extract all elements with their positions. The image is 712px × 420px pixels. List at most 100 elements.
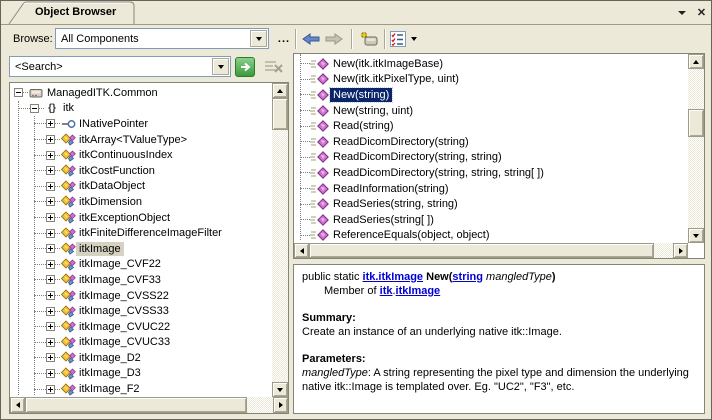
- scroll-right-button[interactable]: [273, 397, 288, 413]
- tree-expander[interactable]: [46, 244, 55, 253]
- member-item[interactable]: ReadDicomDirectory(string, string, strin…: [294, 165, 688, 181]
- member-connector: [300, 110, 310, 111]
- scroll-up-button[interactable]: [272, 83, 288, 98]
- tree-item[interactable]: itkDimension: [10, 194, 272, 210]
- member-item[interactable]: New(itk.itkImageBase): [294, 56, 688, 72]
- tree-expander[interactable]: [46, 119, 55, 128]
- tree-item[interactable]: itkImage_CVSS22: [10, 288, 272, 304]
- tree-vertical-scroll-thumb[interactable]: [272, 98, 288, 130]
- tree-item[interactable]: ManagedITK.Common: [10, 85, 272, 101]
- scroll-down-button[interactable]: [272, 382, 288, 397]
- browse-label: Browse:: [13, 33, 53, 45]
- tree-expander[interactable]: [46, 166, 55, 175]
- return-type-link[interactable]: itk.itkImage: [363, 271, 424, 283]
- namespace-link[interactable]: itk: [380, 285, 393, 297]
- member-item[interactable]: New(itk.itkPixelType, uint): [294, 72, 688, 88]
- scroll-up-button[interactable]: [688, 54, 704, 69]
- method-icon: [310, 89, 330, 101]
- back-button[interactable]: [300, 29, 322, 49]
- tree-item[interactable]: itkImage_F2: [10, 381, 272, 397]
- search-input-value: <Search>: [10, 61, 212, 73]
- chevron-down-icon: [218, 65, 224, 72]
- tree-item[interactable]: itkFiniteDifferenceImageFilter: [10, 225, 272, 241]
- search-combobox-dropdown[interactable]: [212, 58, 229, 75]
- browse-combobox[interactable]: All Components: [55, 28, 269, 49]
- tree-item[interactable]: {} itk: [10, 101, 272, 117]
- tree-item[interactable]: itkArray<TValueType>: [10, 132, 272, 148]
- member-item-label: ReadDicomDirectory(string): [330, 135, 472, 149]
- customize-browse-button[interactable]: ...: [275, 31, 293, 47]
- tree-item[interactable]: itkImage_CVF22: [10, 257, 272, 273]
- member-item[interactable]: ReadSeries(string, string): [294, 196, 688, 212]
- tree-item[interactable]: itkImage_D2: [10, 350, 272, 366]
- browse-combobox-dropdown[interactable]: [250, 30, 267, 47]
- tree-item[interactable]: itkExceptionObject: [10, 210, 272, 226]
- tree-item-label: itkDataObject: [76, 179, 148, 193]
- tree-expander[interactable]: [46, 291, 55, 300]
- tree-item-label: itkImage_D3: [76, 366, 144, 380]
- tree-expander[interactable]: [46, 260, 55, 269]
- tree-expander[interactable]: [30, 104, 39, 113]
- scroll-down-button[interactable]: [688, 228, 704, 243]
- tree-expander[interactable]: [46, 385, 55, 394]
- tree-expander[interactable]: [46, 213, 55, 222]
- tree-connector: [34, 326, 46, 327]
- member-item[interactable]: ReadDicomDirectory(string, string): [294, 150, 688, 166]
- tree-expander[interactable]: [46, 135, 55, 144]
- search-combobox[interactable]: <Search>: [9, 56, 231, 77]
- member-of-line: Member of itk.itkImage: [302, 284, 696, 298]
- settings-checklist-icon: [390, 31, 406, 47]
- close-button[interactable]: ✕: [694, 5, 709, 19]
- add-to-references-button[interactable]: [357, 29, 381, 49]
- tree-item[interactable]: itkDataObject: [10, 179, 272, 195]
- members-vertical-scrollbar[interactable]: [688, 54, 704, 243]
- members-horizontal-scroll-thumb[interactable]: [309, 243, 654, 258]
- tree-item[interactable]: itkImage_CVSS33: [10, 303, 272, 319]
- tree-item[interactable]: itkImage: [10, 241, 272, 257]
- method-icon: [310, 167, 330, 179]
- param-type-link[interactable]: string: [452, 271, 483, 283]
- tree-expander[interactable]: [46, 353, 55, 362]
- tree-expander[interactable]: [46, 338, 55, 347]
- tree-expander[interactable]: [46, 151, 55, 160]
- tree-item[interactable]: itkImage_CVUC33: [10, 335, 272, 351]
- member-item[interactable]: ReadSeries(string[ ]): [294, 212, 688, 228]
- tree-item[interactable]: itkImage_D3: [10, 366, 272, 382]
- tree-item[interactable]: itkCostFunction: [10, 163, 272, 179]
- clear-search-button[interactable]: [262, 58, 286, 76]
- tab-object-browser[interactable]: Object Browser: [7, 1, 137, 25]
- search-go-button[interactable]: [235, 57, 255, 77]
- class-icon: [60, 242, 76, 255]
- tree-item[interactable]: INativePointer: [10, 116, 272, 132]
- tree-item-label: ManagedITK.Common: [44, 86, 161, 100]
- tree-expander[interactable]: [46, 307, 55, 316]
- window-menu-button[interactable]: [674, 6, 689, 20]
- tree-expander[interactable]: [46, 229, 55, 238]
- tree-item[interactable]: itkContinuousIndex: [10, 147, 272, 163]
- arrow-up-icon: [277, 86, 283, 93]
- tree-vertical-scrollbar[interactable]: [272, 83, 288, 397]
- member-item[interactable]: ReferenceEquals(object, object): [294, 228, 688, 244]
- tree-expander[interactable]: [46, 322, 55, 331]
- tree-horizontal-scroll-thumb[interactable]: [25, 397, 247, 413]
- class-link[interactable]: itkImage: [396, 285, 441, 297]
- tree-item[interactable]: itkImage_CVF33: [10, 272, 272, 288]
- scroll-left-button[interactable]: [294, 243, 309, 258]
- scroll-right-button[interactable]: [673, 243, 688, 258]
- member-item[interactable]: New(string, uint): [294, 103, 688, 119]
- member-item[interactable]: ReadInformation(string): [294, 181, 688, 197]
- tree-item[interactable]: itkImage_CVUC22: [10, 319, 272, 335]
- member-item[interactable]: New(string): [294, 87, 688, 103]
- tree-expander[interactable]: [14, 88, 23, 97]
- member-item[interactable]: Read(string): [294, 118, 688, 134]
- tree-expander[interactable]: [46, 275, 55, 284]
- object-browser-settings-button[interactable]: [390, 29, 426, 49]
- member-item[interactable]: ReadDicomDirectory(string): [294, 134, 688, 150]
- forward-button[interactable]: [323, 29, 345, 49]
- assembly-icon: [28, 86, 44, 99]
- tree-expander[interactable]: [46, 197, 55, 206]
- tree-expander[interactable]: [46, 182, 55, 191]
- tree-expander[interactable]: [46, 369, 55, 378]
- scroll-left-button[interactable]: [10, 397, 25, 413]
- members-vertical-scroll-thumb[interactable]: [688, 109, 704, 137]
